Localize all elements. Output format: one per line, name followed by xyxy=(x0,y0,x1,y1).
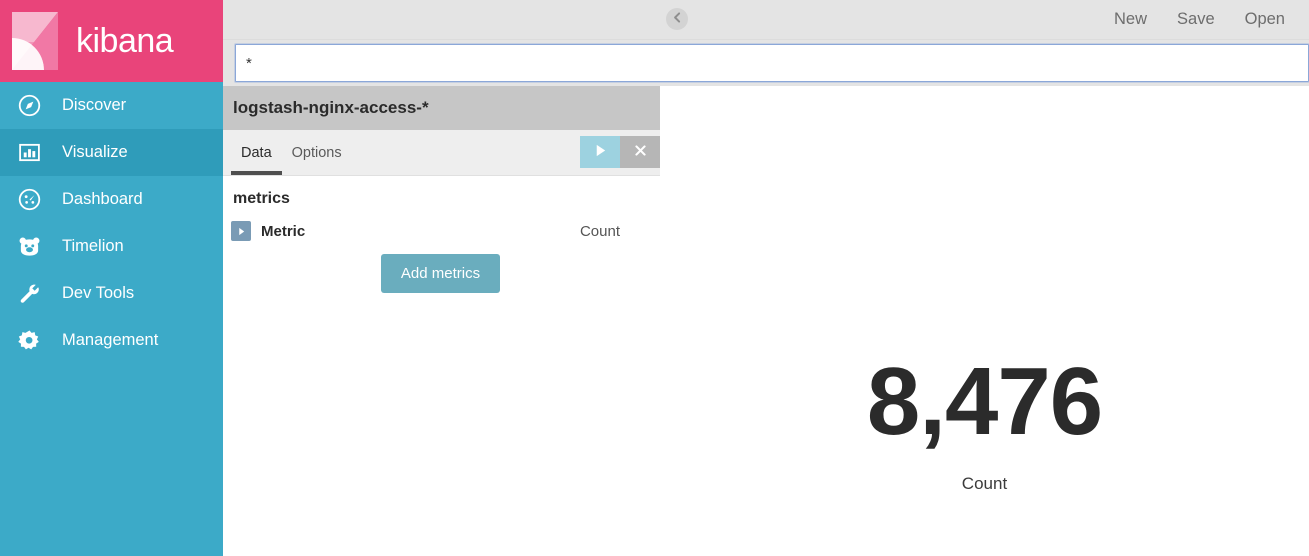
metric-visualization: 8,476 Count xyxy=(866,347,1103,494)
sidebar-item-label: Timelion xyxy=(62,237,124,255)
editor-body: metrics Metric Count Add metrics xyxy=(223,176,660,293)
add-metrics-button[interactable]: Add metrics xyxy=(380,254,501,293)
sidebar-item-timelion[interactable]: Timelion xyxy=(0,223,223,270)
main-area: New Save Open logstash-nginx-access-* Da… xyxy=(223,0,1309,556)
chevron-left-circle-icon xyxy=(671,11,684,27)
collapse-editor-button[interactable] xyxy=(666,8,688,30)
query-bar xyxy=(223,40,1309,86)
tab-data[interactable]: Data xyxy=(231,145,282,175)
sidebar-item-label: Management xyxy=(62,331,159,349)
editor-tabs: Data Options xyxy=(223,130,660,176)
bar-chart-icon xyxy=(14,138,44,168)
metric-aggregation-value: Count xyxy=(579,222,620,240)
sidebar: kibana Discover Visualize Dashboard Time… xyxy=(0,0,223,556)
sidebar-item-dashboard[interactable]: Dashboard xyxy=(0,176,223,223)
metric-value: 8,476 xyxy=(866,347,1103,455)
gear-icon xyxy=(14,326,44,356)
save-button[interactable]: Save xyxy=(1175,8,1217,31)
visualization-editor-panel: logstash-nginx-access-* Data Options met… xyxy=(223,86,660,293)
sidebar-item-discover[interactable]: Discover xyxy=(0,82,223,129)
brand-name: kibana xyxy=(76,21,174,60)
brand-header[interactable]: kibana xyxy=(0,0,223,82)
add-metrics-wrapper: Add metrics xyxy=(231,254,650,293)
tab-options[interactable]: Options xyxy=(282,145,352,175)
visualization-canvas: 8,476 Count xyxy=(660,86,1309,556)
play-icon xyxy=(593,143,608,161)
kibana-logo-icon xyxy=(8,10,66,72)
sidebar-item-visualize[interactable]: Visualize xyxy=(0,129,223,176)
metric-aggregation-label: Metric xyxy=(261,222,306,240)
bear-face-icon xyxy=(14,232,44,262)
search-input[interactable] xyxy=(234,43,1309,83)
close-icon xyxy=(634,144,647,160)
kibana-app: kibana Discover Visualize Dashboard Time… xyxy=(0,0,1309,556)
sidebar-item-management[interactable]: Management xyxy=(0,317,223,364)
index-pattern-title: logstash-nginx-access-* xyxy=(223,86,660,130)
sidebar-item-label: Discover xyxy=(62,96,127,114)
sidebar-nav: Discover Visualize Dashboard Timelion De… xyxy=(0,82,223,364)
discard-changes-button[interactable] xyxy=(620,136,660,168)
sidebar-item-label: Visualize xyxy=(62,143,128,161)
top-nav-bar: New Save Open xyxy=(223,0,1309,40)
open-button[interactable]: Open xyxy=(1243,8,1287,31)
compass-icon xyxy=(14,91,44,121)
sidebar-item-dev-tools[interactable]: Dev Tools xyxy=(0,270,223,317)
wrench-icon xyxy=(14,279,44,309)
editor-actions xyxy=(580,136,660,168)
apply-changes-button[interactable] xyxy=(580,136,620,168)
metric-label: Count xyxy=(961,473,1008,493)
metric-aggregation-row[interactable]: Metric Count xyxy=(231,218,650,244)
sidebar-item-label: Dev Tools xyxy=(62,284,135,302)
metrics-section-title: metrics xyxy=(233,190,290,207)
triangle-right-icon[interactable] xyxy=(231,221,251,241)
sidebar-item-label: Dashboard xyxy=(62,190,143,208)
gauge-icon xyxy=(14,185,44,215)
new-button[interactable]: New xyxy=(1112,8,1149,31)
